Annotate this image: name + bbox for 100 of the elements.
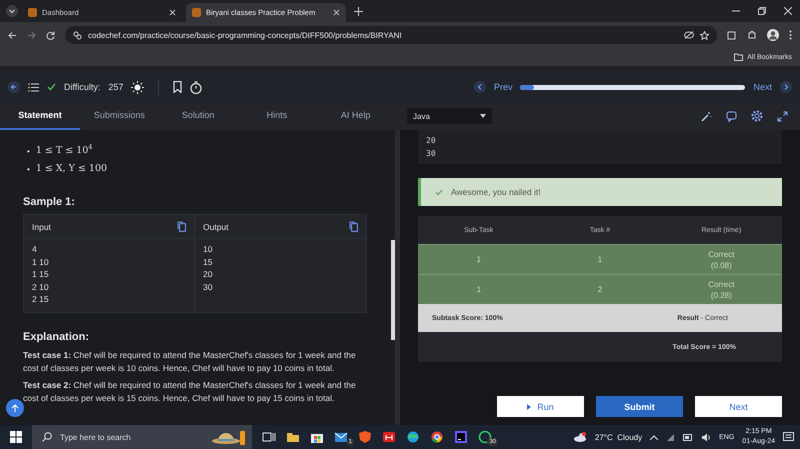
submit-button[interactable]: Submit	[596, 396, 683, 417]
site-settings-icon[interactable]	[73, 30, 82, 40]
play-icon	[527, 404, 532, 410]
more-icon[interactable]	[789, 30, 792, 40]
prev-icon[interactable]	[474, 81, 486, 93]
output-line: 30	[426, 148, 437, 160]
settings-icon[interactable]	[751, 110, 763, 122]
scrollbar-thumb[interactable]	[391, 240, 395, 340]
output-line: 30	[203, 280, 214, 293]
star-icon[interactable]	[700, 30, 709, 40]
output-line: 20	[203, 268, 214, 280]
sun-icon[interactable]	[131, 80, 144, 94]
table-cell-text: 1	[596, 254, 604, 265]
bullet: •	[27, 164, 30, 174]
difficulty-label: Difficulty:	[64, 82, 100, 92]
run-button[interactable]: Run	[497, 396, 584, 417]
expand-icon[interactable]	[777, 110, 788, 122]
avatar-icon[interactable]	[767, 29, 779, 41]
input-label: Input	[32, 222, 51, 232]
bookmark-icon[interactable]	[173, 81, 182, 93]
check-icon	[47, 83, 56, 91]
new-tab-icon[interactable]	[354, 6, 363, 16]
extension-icon[interactable]	[727, 30, 737, 40]
address-bar[interactable]: codechef.com/practice/course/basic-programming-concepts/DIFF500/problems/BIRYANI	[65, 26, 717, 44]
cloud-icon	[572, 432, 587, 442]
search-icon	[42, 432, 52, 442]
folder-icon	[734, 53, 744, 61]
output-line: 10	[203, 243, 214, 256]
weather-text: 27°C Cloudy	[594, 432, 642, 442]
result-status: Correct	[707, 278, 736, 290]
close-icon[interactable]	[169, 9, 176, 16]
windows-icon[interactable]	[10, 431, 22, 443]
globe-icon[interactable]	[406, 431, 420, 443]
app-icon[interactable]	[382, 431, 396, 443]
language-select[interactable]: Java	[407, 108, 492, 124]
input-line: 2 15	[32, 293, 50, 306]
output-line: 20	[426, 135, 437, 147]
site-icon	[192, 8, 201, 17]
next-icon[interactable]	[780, 81, 792, 93]
notification-icon[interactable]	[783, 432, 794, 442]
timer-icon[interactable]	[190, 80, 202, 94]
arrow-up-icon	[11, 404, 19, 412]
folder-icon[interactable]	[286, 431, 300, 443]
restore-icon[interactable]	[758, 7, 766, 15]
reload-icon[interactable]	[46, 30, 55, 40]
chrome-icon[interactable]	[430, 431, 444, 443]
network-icon[interactable]	[666, 432, 676, 442]
constraint-text: 1 ≤ T ≤ 10$^{4}$	[36, 142, 92, 158]
back-icon[interactable]	[8, 30, 17, 40]
problem-tab[interactable]: Solution	[158, 102, 238, 130]
hat-drawing	[210, 429, 248, 445]
result-time: (0.08)	[710, 260, 733, 270]
result-status: Correct	[707, 248, 736, 260]
constraint-text: 1 ≤ X, Y ≤ 100	[36, 162, 108, 176]
problem-tab[interactable]: AI Help	[316, 102, 395, 130]
next-link[interactable]: Next	[753, 82, 772, 92]
success-message: Awesome, you nailed it!	[451, 187, 541, 197]
difficulty-value: 257	[108, 82, 124, 92]
copy-icon[interactable]	[177, 221, 186, 232]
caret-icon	[480, 114, 486, 118]
tab-list-icon[interactable]	[6, 5, 18, 17]
bullet: •	[27, 146, 30, 156]
close-icon[interactable]	[784, 7, 792, 15]
forward-icon[interactable]	[27, 30, 36, 40]
problem-tab[interactable]: Submissions	[80, 102, 159, 130]
output-label: Output	[203, 222, 229, 232]
copy-icon[interactable]	[349, 221, 358, 232]
magic-wand-icon[interactable]	[701, 110, 712, 122]
site-icon	[28, 8, 37, 17]
table-cell-text: 2	[596, 284, 604, 295]
task-view-icon[interactable]	[262, 431, 276, 443]
store-icon[interactable]	[310, 431, 324, 443]
explanation-text: Test case 1: Chef will be required to attend the MasterChef's classes for 1 week and the cost of classes per week is 10 coins. Hence, Chef will have to pay 10 coins in total.	[23, 348, 357, 374]
speaker-icon[interactable]	[701, 432, 712, 442]
problem-tab[interactable]: Hints	[238, 102, 316, 130]
input-line: 4	[32, 243, 38, 256]
taskbar-search[interactable]: Type here to search	[32, 425, 252, 449]
battery-icon[interactable]	[683, 434, 694, 440]
explanation-heading: Explanation:	[23, 330, 90, 342]
explanation-text: Test case 2: Chef will be required to attend the MasterChef's classes for 1 week and the cost of classes per week is 15 coins. Hence, Chef will have to pay 15 coins in total.	[23, 378, 357, 404]
close-icon[interactable]	[333, 9, 340, 16]
chevron-up-icon[interactable]	[650, 434, 658, 440]
sample-heading: Sample 1:	[23, 196, 76, 208]
scroll-to-top-button[interactable]	[6, 399, 24, 417]
table-cell-text: 1	[475, 284, 482, 295]
shield-icon[interactable]	[358, 431, 372, 443]
result-time: (0.28)	[710, 290, 733, 300]
prev-link[interactable]: Prev	[494, 82, 512, 92]
eye-off-icon[interactable]	[684, 31, 694, 39]
table-cell-text: 1	[475, 254, 482, 265]
mail-icon[interactable]	[334, 431, 348, 443]
check-icon	[435, 188, 443, 196]
back-icon[interactable]	[8, 81, 20, 93]
ide-icon[interactable]	[454, 431, 468, 443]
input-line: 2 10	[32, 280, 50, 293]
input-line: 1 10	[32, 256, 50, 268]
list-icon[interactable]	[28, 82, 39, 92]
output-line: 15	[203, 256, 214, 268]
input-line: 1 15	[32, 268, 50, 280]
next-button[interactable]: Next	[695, 396, 782, 417]
